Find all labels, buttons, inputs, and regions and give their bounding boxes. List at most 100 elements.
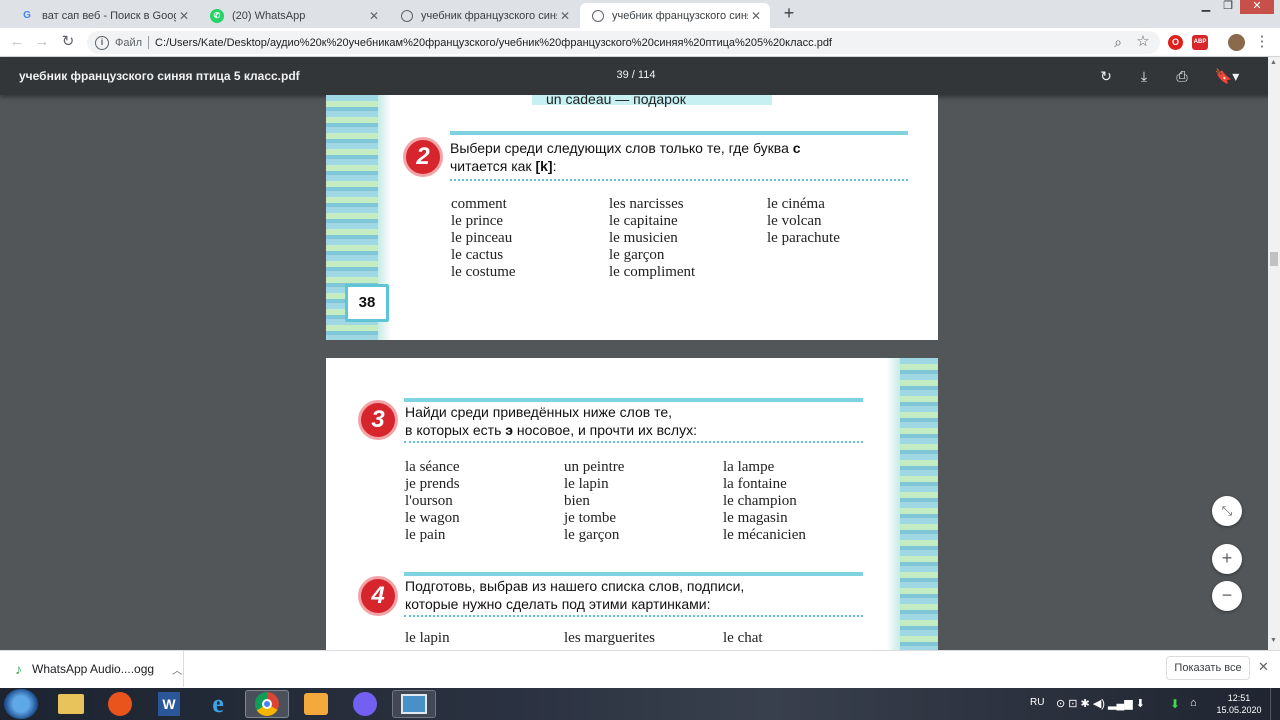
word-item: le lapin <box>564 476 609 492</box>
print-icon[interactable]: ⎙ <box>1172 66 1192 86</box>
language-indicator[interactable]: RU <box>1030 697 1044 708</box>
reload-icon[interactable]: ↻ <box>58 32 78 52</box>
bookmark-menu-icon[interactable]: 🔖▾ <box>1210 66 1244 86</box>
info-icon[interactable]: i <box>95 35 109 50</box>
task-number-badge: 3 <box>358 400 398 440</box>
word-item: la lampe <box>723 459 775 475</box>
word-item: je tombe <box>564 510 617 526</box>
chevron-up-icon[interactable]: ︿ <box>172 662 182 677</box>
pdf-page-39: 3 Найди среди приведённых ниже слов те, … <box>326 358 938 650</box>
close-icon[interactable]: ✕ <box>366 9 382 23</box>
tab-google-search[interactable]: G ват сап веб - Поиск в Google ✕ <box>8 3 198 28</box>
scrollbar-thumb[interactable] <box>1270 252 1278 266</box>
tab-whatsapp[interactable]: ✆ (20) WhatsApp ✕ <box>198 3 388 28</box>
tab-pdf-active[interactable]: учебник французского синяя пти ✕ <box>580 3 770 28</box>
network-icon[interactable]: ⌂ <box>1190 697 1197 709</box>
close-icon[interactable]: ✕ <box>748 9 764 23</box>
task-top-rule <box>404 398 863 402</box>
task-top-rule <box>404 572 863 576</box>
fit-to-page-button[interactable]: ⤡ <box>1212 496 1242 526</box>
page-indicator[interactable]: 39 / 114 <box>610 69 662 81</box>
page-number-box: 38 <box>345 284 389 322</box>
word-item: un peintre <box>564 459 625 475</box>
address-bar[interactable]: i Файл C:/Users/Kate/Desktop/аудио%20к%2… <box>87 31 1160 54</box>
close-icon[interactable]: ✕ <box>176 9 192 23</box>
restore-button[interactable]: ❐ <box>1218 0 1238 14</box>
word-item: bien <box>564 493 590 509</box>
scroll-down-icon[interactable]: ▼ <box>1270 637 1277 644</box>
word-item: le chat <box>723 630 763 646</box>
page-border-fade <box>886 358 900 650</box>
address-scheme-label: Файл <box>115 36 143 49</box>
start-button[interactable] <box>4 689 38 719</box>
task-dotted-rule <box>404 615 863 617</box>
instruction-line-1: Выбери среди следующих слов только те, г… <box>450 140 801 156</box>
tray-download-icon[interactable]: ⬇ <box>1170 697 1180 711</box>
task-number-badge: 4 <box>358 576 398 616</box>
scroll-up-icon[interactable]: ▲ <box>1270 59 1277 66</box>
address-url: C:/Users/Kate/Desktop/аудио%20к%20учебни… <box>155 36 832 49</box>
media-player-icon[interactable] <box>98 690 142 718</box>
bookmark-star-icon[interactable]: ☆ <box>1133 32 1153 52</box>
internet-explorer-icon[interactable]: e <box>196 689 240 718</box>
word-item: le costume <box>451 264 516 280</box>
word-item: le pinceau <box>451 230 513 246</box>
viber-icon[interactable] <box>343 690 387 718</box>
chrome-icon[interactable] <box>245 690 289 718</box>
audio-file-icon: ♪ <box>15 661 22 677</box>
zoom-out-button[interactable]: − <box>1212 581 1242 611</box>
clock-time: 12:51 <box>1227 693 1251 703</box>
google-icon: G <box>23 10 31 21</box>
close-icon[interactable]: ✕ <box>557 9 573 23</box>
explorer-icon[interactable] <box>49 690 93 718</box>
instruction-line-1: Найди среди приведённых ниже слов те, <box>405 404 673 420</box>
pdf-page-38: un cadeau — подарок 2 Выбери среди следу… <box>326 95 938 340</box>
scrollbar[interactable] <box>1268 57 1280 650</box>
whatsapp-icon: ✆ <box>210 8 224 23</box>
image-viewer-icon[interactable] <box>392 690 436 718</box>
menu-icon[interactable]: ⋮ <box>1252 32 1272 52</box>
zoom-icon[interactable]: ⌕ <box>1108 32 1128 52</box>
show-all-downloads-button[interactable]: Показать все <box>1166 656 1250 680</box>
download-item[interactable]: ♪ WhatsApp Audio....ogg ︿ <box>0 651 184 687</box>
opera-extension-icon[interactable]: O <box>1168 35 1183 50</box>
minimize-button[interactable]: ▁ <box>1196 0 1216 14</box>
tray-app-icons[interactable]: ⊙ ⊡ ✱ ◀) ▂▄▆ ⬇ <box>1056 697 1145 710</box>
window-close-button[interactable]: ✕ <box>1240 0 1274 14</box>
download-bar <box>0 650 1280 688</box>
tab-pdf-1[interactable]: учебник французского синяя пти ✕ <box>389 3 579 28</box>
word-column-1: la séance je prends l'ourson le wagon le… <box>405 459 460 544</box>
zoom-in-button[interactable]: + <box>1212 544 1242 574</box>
word-icon[interactable]: W <box>147 690 191 718</box>
task-3-instruction: Найди среди приведённых ниже слов те, в … <box>405 403 875 439</box>
word-item: le lapin <box>405 630 450 646</box>
word-item: le garçon <box>609 247 665 263</box>
word-column-1: comment le prince le pinceau le cactus l… <box>451 196 516 281</box>
word-item: les marguerites <box>564 630 655 646</box>
clock-date: 15.05.2020 <box>1216 705 1262 715</box>
avatar[interactable] <box>1228 34 1245 51</box>
task-2-instruction: Выбери среди следующих слов только те, г… <box>450 139 920 175</box>
adblock-icon[interactable]: ABP <box>1192 35 1208 50</box>
word-item: la fontaine <box>723 476 787 492</box>
word-item: le cactus <box>451 247 504 263</box>
close-download-bar-icon[interactable]: ✕ <box>1258 659 1269 675</box>
word-item: le prince <box>451 213 504 229</box>
word-item: le capitaine <box>609 213 678 229</box>
video-player-icon[interactable] <box>294 690 338 718</box>
word-item: le musicien <box>609 230 678 246</box>
word-item: le parachute <box>767 230 840 246</box>
word-column-2: un peintre le lapin bien je tombe le gar… <box>564 459 624 544</box>
new-tab-button[interactable]: + <box>778 3 800 25</box>
rotate-icon[interactable]: ↻ <box>1096 66 1116 86</box>
show-desktop-button[interactable] <box>1270 688 1280 720</box>
word-item: la séance <box>405 459 460 475</box>
download-icon[interactable]: ⤓ <box>1134 66 1154 86</box>
address-divider <box>148 36 150 49</box>
word-column-3: le cinéma le volcan le parachute <box>767 196 840 247</box>
back-icon[interactable]: ← <box>7 32 27 52</box>
word-item: le garçon <box>564 527 620 543</box>
forward-icon[interactable]: → <box>32 32 52 52</box>
clock[interactable]: 12:51 15.05.2020 <box>1214 692 1264 716</box>
download-filename: WhatsApp Audio....ogg <box>32 662 155 676</box>
